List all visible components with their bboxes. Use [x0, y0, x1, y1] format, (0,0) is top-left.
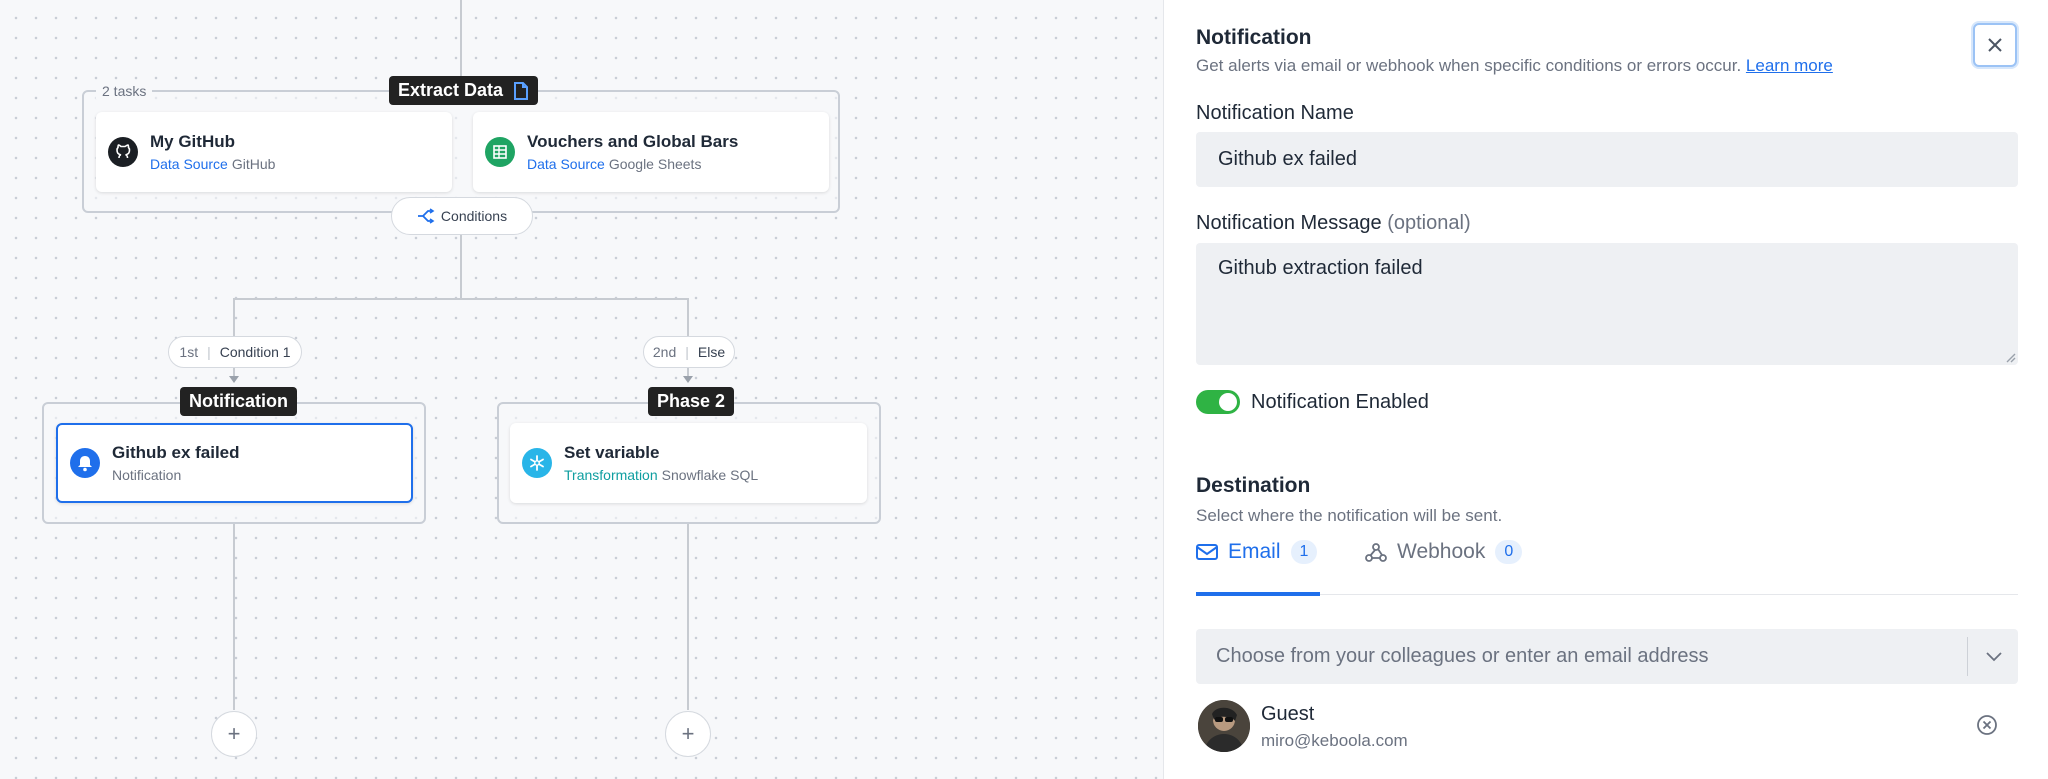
- tab-email-count: 1: [1290, 540, 1318, 564]
- recipient-placeholder: Choose from your colleagues or enter an …: [1216, 645, 1709, 667]
- destination-description: Select where the notification will be se…: [1196, 506, 1503, 525]
- close-icon: [1987, 37, 2003, 53]
- webhook-icon: [1365, 542, 1387, 562]
- document-icon: [513, 81, 529, 100]
- tasks-count: 2 tasks: [96, 83, 153, 99]
- task-card-set-variable[interactable]: Set variable Transformation Snowflake SQL: [510, 423, 867, 503]
- avatar: [1198, 700, 1250, 752]
- phase-label-extract-data[interactable]: Extract Data: [389, 76, 539, 105]
- connector-line: [233, 524, 235, 710]
- task-title: Set variable: [564, 443, 660, 462]
- arrow-icon: [683, 376, 693, 383]
- resize-handle-icon[interactable]: [2004, 351, 2016, 363]
- close-button[interactable]: [1973, 23, 2017, 67]
- task-card-my-github[interactable]: My GitHub Data Source GitHub: [96, 112, 452, 192]
- tab-email-label: Email: [1228, 540, 1281, 563]
- tab-webhook-label: Webhook: [1397, 540, 1486, 563]
- task-subtitle: Data Source Google Sheets: [527, 156, 702, 172]
- bell-icon: [70, 448, 100, 478]
- task-subtitle: Notification: [112, 467, 182, 483]
- branch-condition-1[interactable]: 1st | Condition 1: [168, 336, 302, 368]
- task-subtitle: Transformation Snowflake SQL: [564, 467, 759, 483]
- connector-line: [233, 298, 689, 300]
- task-card-github-ex-failed[interactable]: Github ex failed Notification: [56, 423, 413, 503]
- recipient-email: miro@keboola.com: [1261, 731, 1408, 750]
- notification-name-label: Notification Name: [1196, 102, 1354, 124]
- phase-label-phase-2[interactable]: Phase 2: [648, 387, 735, 416]
- destination-title: Destination: [1196, 474, 1311, 497]
- task-subtitle: Data Source GitHub: [150, 156, 276, 172]
- mail-icon: [1196, 543, 1218, 561]
- panel-title: Notification: [1196, 26, 1312, 49]
- github-icon: [108, 137, 138, 167]
- branch-else[interactable]: 2nd | Else: [643, 336, 735, 368]
- conditions-label: Conditions: [440, 208, 508, 224]
- notification-message-label: Notification Message (optional): [1196, 212, 1471, 234]
- phase-label-text: Extract Data: [398, 80, 504, 100]
- branch-icon: [417, 208, 435, 224]
- select-divider: [1967, 637, 1968, 676]
- connector-line: [460, 234, 462, 300]
- add-phase-button[interactable]: +: [665, 711, 711, 757]
- task-title: My GitHub: [150, 132, 235, 151]
- notification-enabled-label: Notification Enabled: [1251, 391, 1429, 413]
- learn-more-link[interactable]: Learn more: [1746, 56, 1833, 75]
- tab-webhook[interactable]: Webhook 0: [1365, 540, 1523, 564]
- tab-active-indicator: [1196, 592, 1320, 596]
- connector-line: [687, 524, 689, 710]
- recipient-name: Guest: [1261, 703, 1315, 725]
- conditions-button[interactable]: Conditions: [391, 197, 533, 235]
- task-card-vouchers[interactable]: Vouchers and Global Bars Data Source Goog…: [473, 112, 829, 192]
- snowflake-icon: [522, 448, 552, 478]
- arrow-icon: [229, 376, 239, 383]
- add-phase-button[interactable]: +: [211, 711, 257, 757]
- notification-enabled-toggle[interactable]: [1196, 390, 1240, 414]
- phase-label-notification[interactable]: Notification: [180, 387, 297, 416]
- task-title: Github ex failed: [112, 443, 240, 462]
- chevron-down-icon[interactable]: [1986, 629, 2002, 684]
- tab-webhook-count: 0: [1495, 540, 1523, 564]
- flow-canvas[interactable]: 2 tasks Extract Data My GitHub Data Sour…: [0, 0, 1163, 779]
- notification-name-input[interactable]: Github ex failed: [1196, 132, 2018, 187]
- notification-message-textarea[interactable]: Github extraction failed: [1196, 243, 2018, 365]
- panel-description: Get alerts via email or webhook when spe…: [1196, 56, 1833, 75]
- tab-email[interactable]: Email 1: [1196, 540, 1318, 564]
- google-sheets-icon: [485, 137, 515, 167]
- circle-x-icon: [1976, 714, 1998, 736]
- task-title: Vouchers and Global Bars: [527, 132, 739, 151]
- recipient-select[interactable]: Choose from your colleagues or enter an …: [1196, 629, 2018, 684]
- remove-recipient-button[interactable]: [1976, 714, 1998, 736]
